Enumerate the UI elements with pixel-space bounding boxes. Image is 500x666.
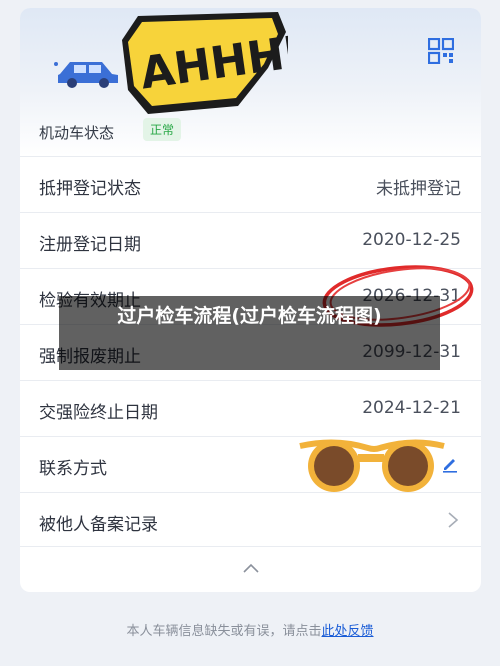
row-label: 抵押登记状态 (39, 179, 141, 199)
status-badge: 正常 (143, 118, 182, 141)
row-label: 交强险终止日期 (39, 403, 158, 423)
footer-text: 本人车辆信息缺失或有误，请点击 (126, 624, 322, 639)
chevron-up-icon (243, 563, 259, 573)
qr-code-icon[interactable] (428, 38, 454, 64)
row-mortgage-status: 抵押登记状态 未抵押登记 (20, 156, 481, 212)
ahhhh-sticker: AHHHH! (122, 12, 288, 114)
feedback-link[interactable]: 此处反馈 (322, 624, 374, 639)
row-label: 联系方式 (39, 459, 107, 479)
car-icon (54, 62, 118, 88)
vehicle-status-label: 机动车状态 (39, 124, 115, 142)
row-label: 注册登记日期 (39, 235, 141, 255)
chevron-right-icon (448, 512, 459, 528)
header-banner: AHHHH! 机动车状态 正常 (20, 8, 481, 156)
row-value: 2024-12-21 (362, 398, 461, 418)
watermark-overlay: 过户检车流程(过户检车流程图) (59, 296, 440, 370)
row-value: 未抵押登记 (376, 179, 461, 199)
row-label: 被他人备案记录 (39, 515, 158, 535)
row-value: 2020-12-25 (362, 230, 461, 250)
feedback-footer: 本人车辆信息缺失或有误，请点击此处反馈 (0, 620, 500, 639)
collapse-button[interactable] (20, 546, 481, 592)
watermark-text: 过户检车流程(过户检车流程图) (117, 305, 382, 327)
row-insurance-end-date: 交强险终止日期 2024-12-21 (20, 380, 481, 436)
row-filing-records[interactable]: 被他人备案记录 (20, 492, 481, 548)
sunglasses-sticker (299, 439, 445, 492)
